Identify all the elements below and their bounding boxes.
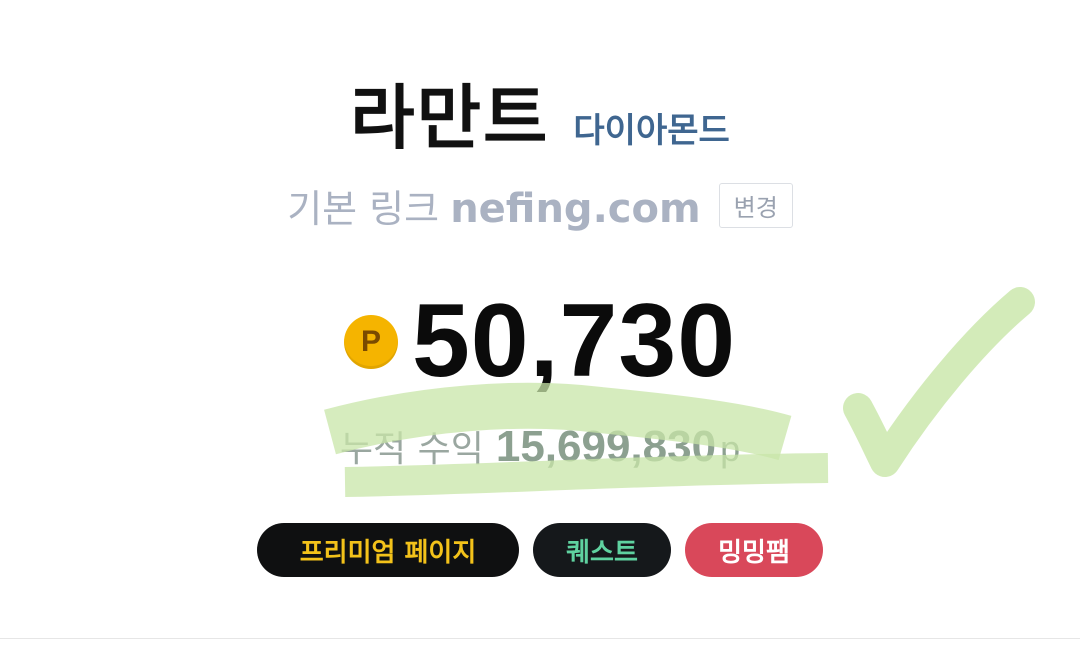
quest-button[interactable]: 퀘스트 [533,523,671,577]
user-name: 라만트 [350,77,550,159]
profile-header: 라만트 다이아몬드 [0,62,1080,163]
change-link-button[interactable]: 변경 [718,183,793,228]
action-buttons: 프리미엄 페이지 퀘스트 밍밍팸 [0,523,1080,577]
cumulative-earnings: 누적 수익 15,699,830 p [0,420,1080,472]
premium-page-button[interactable]: 프리미엄 페이지 [257,523,519,577]
cumulative-earnings-label: 누적 수익 [339,429,484,470]
default-link-text: 기본 링크 nefing.com [287,178,700,233]
points-balance: P 50,730 [0,282,1080,401]
default-link-domain: nefing.com [450,186,701,232]
cumulative-earnings-unit: p [720,428,741,469]
user-grade-label: 다이아몬드 [573,111,730,151]
default-link-label: 기본 링크 [287,187,440,231]
divider [0,638,1080,639]
point-coin-icon: P [343,314,398,369]
mingming-fam-button[interactable]: 밍밍팸 [685,523,823,577]
points-value: 50,730 [411,283,737,399]
profile-card: 라만트 다이아몬드 기본 링크 nefing.com 변경 P 50,730 누… [0,0,1080,652]
point-coin-letter: P [360,324,381,358]
default-link-row: 기본 링크 nefing.com 변경 [0,178,1080,233]
cumulative-earnings-value: 15,699,830 [495,422,717,471]
